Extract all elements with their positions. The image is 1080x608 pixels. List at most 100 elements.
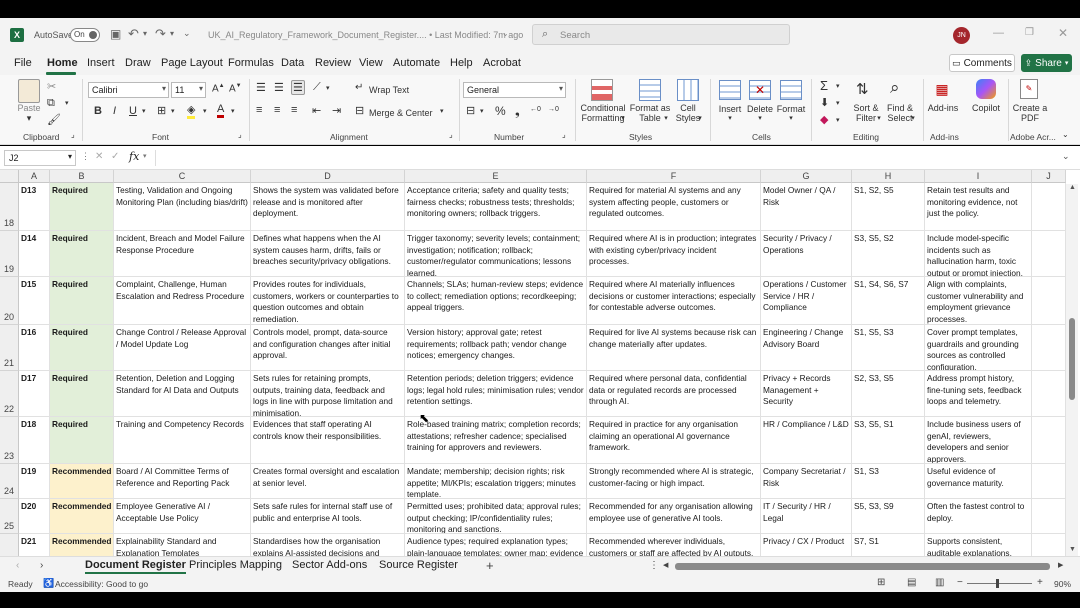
cell-g[interactable]: Engineering / Change Advisory Board xyxy=(761,325,852,371)
cell-b[interactable]: Required xyxy=(50,371,114,417)
cell-j[interactable] xyxy=(1032,231,1066,277)
decrease-font-icon[interactable]: A▼ xyxy=(229,83,242,94)
cell-d[interactable]: Evidences that staff operating AI contro… xyxy=(251,417,405,464)
cell-e[interactable]: Audience types; required explanation typ… xyxy=(405,534,587,556)
conditional-formatting-icon[interactable] xyxy=(591,79,613,101)
zoom-level[interactable]: 90% xyxy=(1054,579,1071,589)
italic-icon[interactable]: I xyxy=(113,105,116,117)
sheet-tab-sector-add-ons[interactable]: Sector Add-ons xyxy=(292,559,367,571)
wrap-text-button[interactable]: Wrap Text xyxy=(369,85,409,95)
align-center-icon[interactable]: ≡ xyxy=(274,104,280,116)
cell-styles-icon[interactable] xyxy=(677,79,699,101)
decrease-decimal-icon[interactable]: →0 xyxy=(548,106,559,113)
cell-i[interactable]: Useful evidence of governance maturity. xyxy=(925,464,1032,499)
cell-d[interactable]: Sets rules for retaining prompts, output… xyxy=(251,371,405,417)
column-header[interactable]: I xyxy=(925,170,1032,183)
find-select-icon[interactable]: ⌕ xyxy=(890,78,900,98)
cell-f[interactable]: Required for material AI systems and any… xyxy=(587,183,761,231)
cell-j[interactable] xyxy=(1032,499,1066,534)
avatar[interactable]: JN xyxy=(953,27,970,44)
delete-cells-button[interactable]: Delete xyxy=(744,104,776,114)
sheet-tab-principles-mapping[interactable]: Principles Mapping xyxy=(189,559,282,571)
cell-j[interactable] xyxy=(1032,325,1066,371)
insert-cells-button[interactable]: Insert xyxy=(714,104,746,114)
sheet-tab-source-register[interactable]: Source Register xyxy=(379,559,458,571)
cell-h[interactable]: S3, S5, S2 xyxy=(852,231,925,277)
copy-icon[interactable]: ⧉ xyxy=(47,97,55,110)
cell-a[interactable]: D15 xyxy=(19,277,50,325)
prev-sheet-icon[interactable]: ‹ xyxy=(16,560,19,571)
cell-a[interactable]: D18 xyxy=(19,417,50,464)
column-header[interactable]: J xyxy=(1032,170,1066,183)
tab-data[interactable]: Data xyxy=(281,57,304,69)
cell-j[interactable] xyxy=(1032,534,1066,556)
cell-c[interactable]: Training and Competency Records xyxy=(114,417,251,464)
document-title[interactable]: UK_AI_Regulatory_Framework_Document_Regi… xyxy=(208,30,523,40)
cell-i[interactable]: Supports consistent, auditable explanati… xyxy=(925,534,1032,556)
bold-icon[interactable]: B xyxy=(94,105,102,117)
row-header[interactable]: 26 xyxy=(0,534,19,556)
cell-j[interactable] xyxy=(1032,277,1066,325)
copy-dropdown-icon[interactable]: ▾ xyxy=(65,99,69,107)
accounting-icon[interactable]: ⊟ xyxy=(466,104,475,117)
cell-a[interactable]: D13 xyxy=(19,183,50,231)
cell-e[interactable]: Role-based training matrix; completion r… xyxy=(405,417,587,464)
cell-b[interactable]: Required xyxy=(50,277,114,325)
zoom-out-icon[interactable]: − xyxy=(957,577,963,588)
cell-h[interactable]: S1, S3 xyxy=(852,464,925,499)
cell-i[interactable]: Address prompt history, fine-tuning sets… xyxy=(925,371,1032,417)
cell-i[interactable]: Align with complaints, customer vulnerab… xyxy=(925,277,1032,325)
clear-dropdown-icon[interactable]: ▾ xyxy=(836,116,840,124)
tab-review[interactable]: Review xyxy=(315,57,351,69)
tab-automate[interactable]: Automate xyxy=(393,57,440,69)
cell-e[interactable]: Acceptance criteria; safety and quality … xyxy=(405,183,587,231)
redo-dropdown-icon[interactable]: ▾ xyxy=(170,29,174,38)
minimize-icon[interactable]: — xyxy=(993,27,1004,39)
comma-icon[interactable]: ❟ xyxy=(515,104,520,119)
row-header[interactable]: 24 xyxy=(0,464,19,499)
align-bottom-icon[interactable]: ☰ xyxy=(291,80,305,95)
font-launcher-icon[interactable]: ⌟ xyxy=(238,130,242,139)
cell-g[interactable]: Privacy + Records Management + Security xyxy=(761,371,852,417)
undo-dropdown-icon[interactable]: ▾ xyxy=(143,29,147,38)
increase-decimal-icon[interactable]: ←0 xyxy=(530,106,541,113)
row-header[interactable]: 21 xyxy=(0,325,19,371)
increase-font-icon[interactable]: A▲ xyxy=(212,83,225,94)
formula-input[interactable] xyxy=(155,150,1055,166)
cell-a[interactable]: D17 xyxy=(19,371,50,417)
format-cells-dropdown-icon[interactable]: ▾ xyxy=(787,114,795,124)
orientation-dropdown-icon[interactable]: ▾ xyxy=(326,84,330,92)
cell-b[interactable]: Recommended xyxy=(50,499,114,534)
row-header[interactable]: 22 xyxy=(0,371,19,417)
cell-e[interactable]: Permitted uses; prohibited data; approva… xyxy=(405,499,587,534)
column-header[interactable]: G xyxy=(761,170,852,183)
close-icon[interactable]: ✕ xyxy=(1058,26,1068,40)
cell-g[interactable]: Security / Privacy / Operations xyxy=(761,231,852,277)
cell-f[interactable]: Strongly recommended where AI is strateg… xyxy=(587,464,761,499)
tab-formulas[interactable]: Formulas xyxy=(228,57,274,69)
cell-f[interactable]: Recommended wherever individuals, custom… xyxy=(587,534,761,556)
cell-d[interactable]: Defines what happens when the AI system … xyxy=(251,231,405,277)
cell-a[interactable]: D20 xyxy=(19,499,50,534)
cell-c[interactable]: Retention, Deletion and Logging Standard… xyxy=(114,371,251,417)
restore-icon[interactable]: ❐ xyxy=(1025,27,1034,38)
row-header[interactable]: 23 xyxy=(0,417,19,464)
merge-center-icon[interactable]: ⊟ xyxy=(355,104,364,117)
merge-center-button[interactable]: Merge & Center xyxy=(369,108,433,118)
cell-g[interactable]: IT / Security / HR / Legal xyxy=(761,499,852,534)
cell-g[interactable]: Model Owner / QA / Risk xyxy=(761,183,852,231)
cell-f[interactable]: Required where personal data, confidenti… xyxy=(587,371,761,417)
title-dropdown-icon[interactable]: ⌄ xyxy=(502,29,509,38)
tab-acrobat[interactable]: Acrobat xyxy=(483,57,521,69)
font-name-select[interactable]: Calibri ▾ xyxy=(88,82,169,98)
cell-i[interactable]: Retain test results and monitoring evide… xyxy=(925,183,1032,231)
format-cells-icon[interactable] xyxy=(780,80,802,100)
clear-icon[interactable]: ◆ xyxy=(820,113,828,126)
cell-j[interactable] xyxy=(1032,464,1066,499)
cell-b[interactable]: Required xyxy=(50,183,114,231)
cell-i[interactable]: Cover prompt templates, guardrails and g… xyxy=(925,325,1032,371)
percent-icon[interactable]: % xyxy=(495,104,506,118)
align-top-icon[interactable]: ☰ xyxy=(256,81,266,94)
zoom-slider[interactable] xyxy=(967,579,1032,588)
cell-j[interactable] xyxy=(1032,183,1066,231)
